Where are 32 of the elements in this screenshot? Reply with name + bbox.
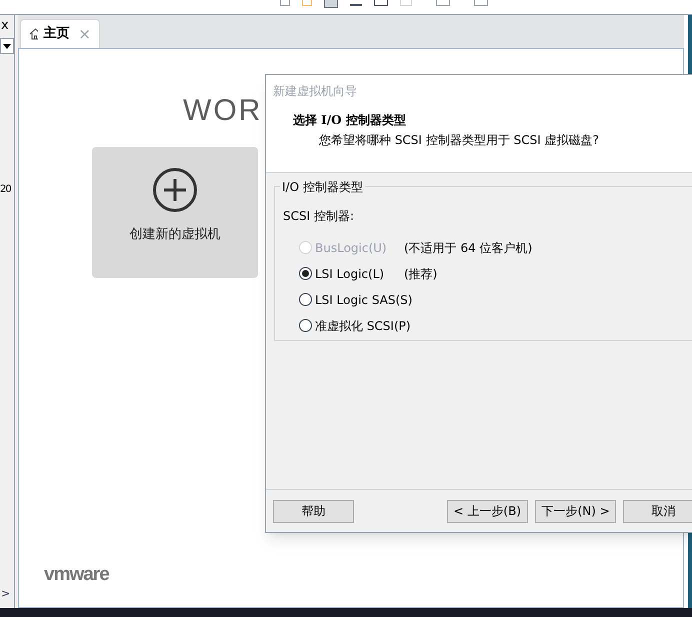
brand-title: WOR: [183, 96, 262, 126]
radio-label: LSI Logic SAS(S): [315, 292, 414, 308]
close-icon[interactable]: x: [1, 19, 14, 32]
dialog-button[interactable]: 取消: [623, 500, 692, 522]
dropdown[interactable]: [0, 38, 14, 54]
radio-button[interactable]: [299, 267, 312, 280]
option-note: (推荐): [404, 266, 438, 282]
group-title: I/O 控制器类型: [280, 178, 365, 196]
radio-button[interactable]: [299, 293, 312, 306]
tab-label: 主页: [43, 24, 70, 44]
vmware-logo: vmware: [44, 562, 109, 586]
radio-label: 准虚拟化 SCSI(P): [315, 318, 412, 334]
field-label: SCSI 控制器:: [283, 208, 356, 225]
item-number: 20: [0, 183, 12, 197]
toolbar-icon[interactable]: [324, 0, 338, 8]
home-icon: [29, 28, 38, 40]
radio-label: BusLogic(U): [315, 240, 388, 256]
tab[interactable]: 主页 ×: [20, 19, 100, 48]
plus-icon: [152, 167, 198, 213]
dialog-button[interactable]: < 上一步(B): [446, 500, 528, 522]
dialog-subheading: 您希望将哪种 SCSI 控制器类型用于 SCSI 虚拟磁盘?: [319, 132, 600, 149]
radio-label: LSI Logic(L): [315, 266, 386, 282]
caret-icon: [3, 44, 11, 48]
dialog-button[interactable]: 帮助: [273, 500, 354, 522]
dialog-button[interactable]: 下一步(N) >: [535, 500, 616, 522]
dialog-heading: 选择 I/O 控制器类型: [293, 112, 407, 129]
radio-button[interactable]: [299, 319, 312, 332]
dialog-title: 新建虚拟机向导: [273, 83, 358, 100]
option-note: (不适用于 64 位客户机): [404, 240, 532, 256]
create-vm-tile[interactable]: 创建新的虚拟机: [92, 147, 258, 278]
expand-button[interactable]: >: [1, 586, 10, 602]
toolbar-icon[interactable]: [374, 0, 388, 6]
